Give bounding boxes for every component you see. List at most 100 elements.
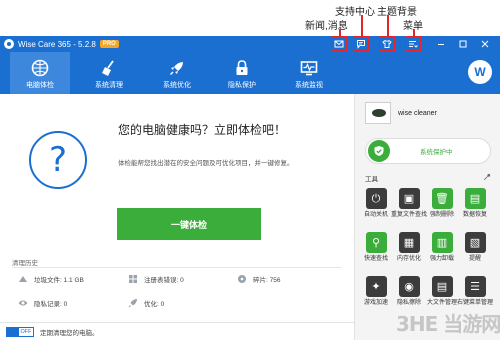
protection-label: 系统保护中 [420, 149, 453, 156]
rocket-icon [170, 62, 183, 75]
profile-name: wise cleaner [398, 109, 437, 117]
stat-privacy-records: 隐私记录: 0 [18, 298, 67, 308]
trash-files-icon [19, 276, 27, 282]
minimize-button[interactable] [434, 38, 448, 50]
scheduled-clean-toggle[interactable]: OFF [6, 326, 34, 337]
tools-title: 工具 [365, 176, 378, 183]
annotation-support-box [353, 36, 369, 51]
tool-data-recovery[interactable]: ▤ 数据恢复 [459, 188, 491, 228]
data-recovery-icon: ▤ [464, 188, 486, 209]
annotation-news-box [331, 36, 347, 51]
app-logo-icon [4, 39, 14, 49]
uninstall-icon: ▥ [431, 232, 453, 253]
window-title: Wise Care 365 - 5.2.8 [18, 39, 96, 49]
title-bar: Wise Care 365 - 5.2.8 PRO [0, 36, 500, 52]
power-icon: ⏻ [365, 188, 387, 209]
wrench-icon[interactable] [483, 173, 491, 181]
nav-item-pc-checkup[interactable]: 电脑体检 [10, 52, 70, 94]
one-click-checkup-button[interactable]: 一键体检 [117, 208, 261, 240]
tool-force-delete[interactable]: 🗑 强制删除 [426, 188, 458, 228]
stat-label: 垃圾文件: 1.1 GB [34, 277, 84, 284]
tool-quick-search[interactable]: ⚲ 快速查找 [360, 232, 392, 272]
nav-label: 电脑体检 [26, 82, 54, 89]
close-icon [481, 40, 489, 48]
globe-scan-icon [31, 59, 49, 77]
annotation-support-label: 支持中心 [335, 7, 375, 18]
tool-reminder[interactable]: ▧ 提醒 [459, 232, 491, 272]
tool-label: 强力卸载 [429, 256, 454, 262]
optimize-icon [128, 299, 137, 308]
nav-label: 系统清理 [95, 82, 123, 89]
fragment-icon [238, 275, 246, 283]
tool-label: 提醒 [468, 256, 481, 262]
toggle-state: OFF [20, 328, 32, 335]
stat-label: 注册表错误: 0 [144, 277, 184, 284]
tool-duplicate-finder[interactable]: ▣ 重复文件查找 [391, 188, 428, 228]
tool-label: 隐私擦除 [396, 300, 421, 306]
page-description: 体检能帮您找出潜在的安全问题及可优化项目，并一键修复。 [118, 160, 294, 167]
annotation-menu-box [405, 36, 421, 51]
annotation-theme-box [379, 36, 395, 51]
site-watermark: 3HE 当游网 [396, 312, 500, 336]
tool-memory-optimize[interactable]: ▦ 内存优化 [393, 232, 425, 272]
monitor-icon [300, 61, 318, 76]
profile-picture [365, 102, 391, 124]
account-avatar[interactable]: W [468, 60, 492, 84]
pro-badge: PRO [99, 40, 119, 48]
lock-icon [236, 60, 248, 75]
nav-item-system-monitor[interactable]: 系统监视 [279, 52, 339, 94]
duplicate-file-icon: ▣ [398, 188, 420, 209]
tool-label: 快速查找 [363, 256, 388, 262]
tool-label: 数据恢复 [462, 212, 487, 218]
nav-item-system-optimize[interactable]: 系统优化 [147, 52, 207, 94]
game-icon: ✦ [365, 276, 387, 297]
minimize-icon [438, 44, 444, 45]
nav-label: 系统优化 [163, 82, 191, 89]
stat-label: 碎片: 756 [253, 277, 281, 284]
tool-label: 内存优化 [396, 256, 421, 262]
close-button[interactable] [478, 38, 492, 50]
shield-check-icon [368, 140, 390, 162]
main-pane: ? 您的电脑健康吗？立即体检吧！ 体检能帮您找出潜在的安全问题及可优化项目，并一… [0, 94, 354, 340]
tool-label: 重复文件查找 [391, 212, 428, 218]
nav-item-system-clean[interactable]: 系统清理 [79, 52, 139, 94]
tools-header: 工具 [365, 173, 491, 183]
tool-label: 自动关机 [363, 212, 388, 218]
stat-fragments: 碎片: 756 [237, 274, 280, 284]
annotation-theme-label: 主题背景 [377, 7, 417, 18]
reminder-icon: ▧ [464, 232, 486, 253]
history-divider [12, 267, 342, 268]
question-icon: ? [29, 131, 87, 189]
profile[interactable]: wise cleaner [365, 102, 437, 124]
tool-label: 大文件管理 [426, 300, 457, 306]
nav-label: 隐私保护 [228, 82, 256, 89]
annotation-theme-line [387, 15, 389, 37]
maximize-icon [459, 40, 467, 48]
maximize-button[interactable] [456, 38, 470, 50]
main-nav: 电脑体检 系统清理 系统优化 隐私保护 系统监视 W [0, 52, 500, 94]
search-icon: ⚲ [365, 232, 387, 253]
protection-status[interactable]: 系统保护中 [365, 138, 491, 164]
tool-label: 强制删除 [429, 212, 454, 218]
stat-label: 优化: 0 [144, 301, 165, 308]
tool-auto-shutdown[interactable]: ⏻ 自动关机 [360, 188, 392, 228]
context-menu-icon: ☰ [464, 276, 486, 297]
status-text: 定期清理您的电脑。 [40, 329, 99, 337]
registry-icon [129, 275, 137, 283]
memory-icon: ▦ [398, 232, 420, 253]
stat-optimizations: 优化: 0 [128, 298, 164, 308]
tool-game-boost[interactable]: ✦ 游戏加速 [360, 276, 392, 316]
annotation-layer: 新闻,消息 支持中心 主题背景 菜单 [0, 0, 500, 37]
annotation-support-line [361, 15, 363, 37]
broom-icon [102, 60, 114, 76]
nav-item-privacy[interactable]: 隐私保护 [212, 52, 272, 94]
eraser-icon: ◉ [398, 276, 420, 297]
tool-label: 右键菜单管理 [457, 300, 494, 306]
large-file-icon: ▤ [431, 276, 453, 297]
page-headline: 您的电脑健康吗？立即体检吧！ [118, 123, 287, 137]
right-panel: wise cleaner 系统保护中 工具 ⏻ 自动关机 ▣ 重复文件查找 🗑 … [354, 94, 500, 340]
tool-force-uninstall[interactable]: ▥ 强力卸载 [426, 232, 458, 272]
force-delete-icon: 🗑 [431, 188, 453, 209]
tool-label: 游戏加速 [363, 300, 388, 306]
privacy-icon [18, 300, 28, 306]
